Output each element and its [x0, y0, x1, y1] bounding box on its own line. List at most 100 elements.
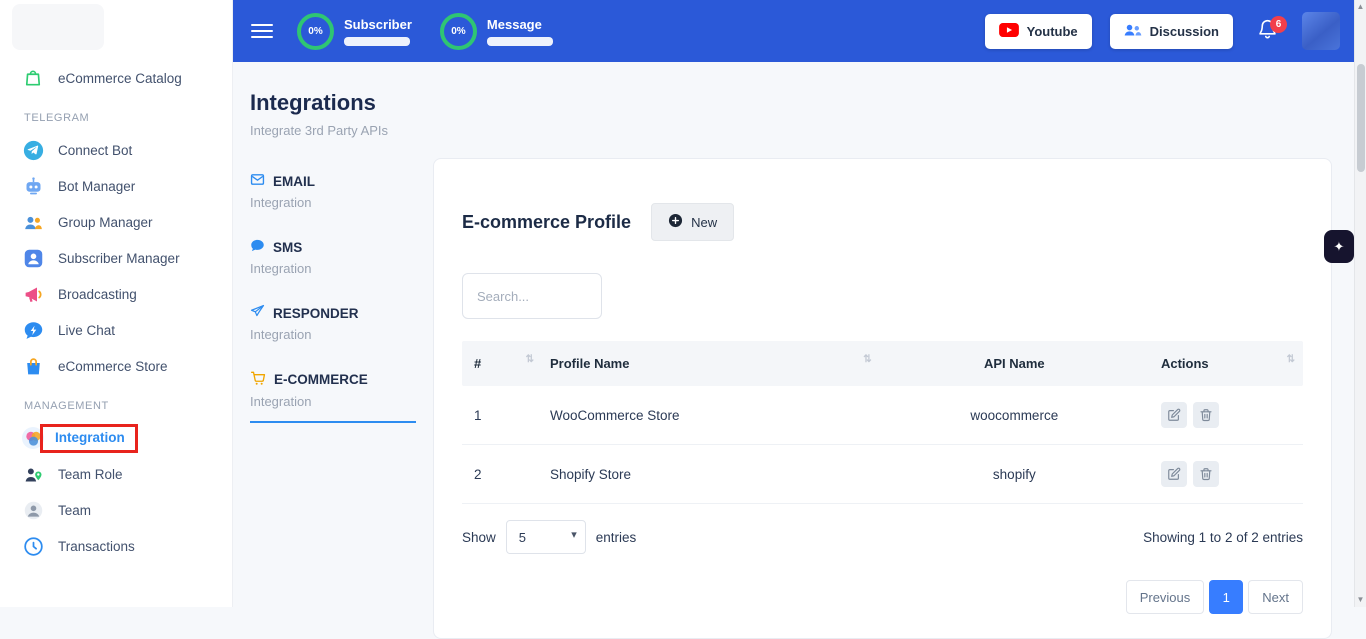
discussion-icon: [1124, 23, 1142, 40]
message-stat-value-redacted: [487, 37, 553, 46]
edit-button[interactable]: [1161, 402, 1187, 428]
subscriber-stat-label: Subscriber: [344, 17, 412, 32]
transactions-icon: [22, 535, 44, 557]
page-scrollbar[interactable]: ▲ ▼: [1354, 0, 1366, 607]
sparkle-icon: ✦: [1334, 239, 1345, 255]
row-number: 2: [464, 451, 540, 498]
actions-cell: [1151, 386, 1301, 444]
robot-icon: [22, 175, 44, 197]
tab-title: E-COMMERCE: [274, 372, 368, 387]
sidebar-item-label: Broadcasting: [58, 287, 137, 302]
search-input[interactable]: [462, 273, 602, 319]
store-bag-icon: [22, 355, 44, 377]
new-button-label: New: [691, 215, 717, 230]
tab-ecommerce-integration[interactable]: E-COMMERCE Integration: [250, 370, 416, 423]
sidebar: eCommerce Catalog TELEGRAM Connect Bot B…: [0, 0, 233, 607]
sidebar-item-broadcasting[interactable]: Broadcasting: [0, 276, 232, 312]
tab-subtitle: Integration: [250, 394, 416, 409]
ecommerce-profile-card: E-commerce Profile New #⇅ Profile Name⇅ …: [433, 158, 1332, 639]
group-icon: [22, 211, 44, 233]
sidebar-item-integration[interactable]: Integration: [0, 420, 232, 456]
sidebar-item-label: Live Chat: [58, 323, 115, 338]
row-number: 1: [464, 392, 540, 439]
delete-button[interactable]: [1193, 402, 1219, 428]
sidebar-item-label: eCommerce Catalog: [58, 71, 182, 86]
tab-title: RESPONDER: [273, 306, 359, 321]
sidebar-item-label: Connect Bot: [58, 143, 132, 158]
pagination: Previous 1 Next: [462, 580, 1303, 614]
page-1-button[interactable]: 1: [1209, 580, 1243, 614]
notifications-button[interactable]: 6: [1257, 18, 1278, 45]
app-logo: [12, 4, 104, 50]
show-label: Show: [462, 530, 496, 545]
sidebar-item-live-chat[interactable]: Live Chat: [0, 312, 232, 348]
entries-select-wrap: 5: [506, 520, 586, 554]
sidebar-item-team[interactable]: Team: [0, 492, 232, 528]
sort-icon[interactable]: ⇅: [863, 354, 871, 365]
avatar[interactable]: [1302, 12, 1340, 50]
shopping-bag-icon: [22, 67, 44, 89]
menu-icon[interactable]: [251, 20, 273, 42]
subscriber-stat-value-redacted: [344, 37, 410, 46]
sidebar-item-team-role[interactable]: Team Role: [0, 456, 232, 492]
edit-button[interactable]: [1161, 461, 1187, 487]
tab-subtitle: Integration: [250, 327, 416, 342]
profiles-table: #⇅ Profile Name⇅ API Name Actions⇅ 1 Woo…: [462, 341, 1303, 504]
previous-page-button[interactable]: Previous: [1126, 580, 1205, 614]
sidebar-item-label: Team: [58, 503, 91, 518]
megaphone-icon: [22, 283, 44, 305]
sidebar-item-connect-bot[interactable]: Connect Bot: [0, 132, 232, 168]
tab-subtitle: Integration: [250, 195, 416, 210]
column-header-actions: Actions⇅: [1151, 341, 1301, 386]
tab-email-integration[interactable]: EMAIL Integration: [250, 172, 416, 222]
subscriber-percent: 0%: [308, 26, 322, 37]
tab-title: EMAIL: [273, 174, 315, 189]
profile-name-cell: WooCommerce Store: [540, 392, 878, 439]
delete-button[interactable]: [1193, 461, 1219, 487]
entries-select[interactable]: 5: [506, 520, 586, 554]
tab-sms-integration[interactable]: SMS Integration: [250, 238, 416, 288]
subscriber-progress-ring: 0%: [297, 13, 334, 50]
scrollbar-thumb[interactable]: [1357, 64, 1365, 172]
page-title: Integrations: [250, 90, 1332, 116]
scroll-up-arrow[interactable]: ▲: [1355, 0, 1366, 14]
subscriber-icon: [22, 247, 44, 269]
sidebar-item-bot-manager[interactable]: Bot Manager: [0, 168, 232, 204]
sidebar-item-label: eCommerce Store: [58, 359, 168, 374]
tab-responder-integration[interactable]: RESPONDER Integration: [250, 304, 416, 354]
table-header-row: #⇅ Profile Name⇅ API Name Actions⇅: [462, 341, 1303, 386]
sort-icon[interactable]: ⇅: [526, 354, 534, 365]
tab-title: SMS: [273, 240, 302, 255]
message-progress-ring: 0%: [440, 13, 477, 50]
sidebar-item-subscriber-manager[interactable]: Subscriber Manager: [0, 240, 232, 276]
new-button[interactable]: New: [651, 203, 734, 241]
message-stat-label: Message: [487, 17, 553, 32]
team-icon: [22, 499, 44, 521]
column-header-number: #⇅: [464, 341, 540, 386]
sidebar-item-transactions[interactable]: Transactions: [0, 528, 232, 564]
assistant-fab[interactable]: ✦: [1324, 230, 1354, 263]
scroll-down-arrow[interactable]: ▼: [1355, 593, 1366, 607]
sidebar-section-telegram: TELEGRAM: [0, 96, 232, 132]
integration-subnav: EMAIL Integration SMS Integration RESPON…: [250, 158, 416, 439]
column-header-profile-name: Profile Name⇅: [540, 341, 878, 386]
sms-icon: [250, 238, 265, 256]
sidebar-item-label: Subscriber Manager: [58, 251, 180, 266]
sidebar-item-ecommerce-catalog[interactable]: eCommerce Catalog: [0, 60, 232, 96]
sidebar-item-group-manager[interactable]: Group Manager: [0, 204, 232, 240]
next-page-button[interactable]: Next: [1248, 580, 1303, 614]
sidebar-item-label: Integration: [55, 430, 125, 445]
tab-subtitle: Integration: [250, 261, 416, 276]
page-subtitle: Integrate 3rd Party APIs: [250, 123, 1332, 138]
api-name-cell: shopify: [878, 451, 1151, 498]
sort-icon[interactable]: ⇅: [1287, 354, 1295, 365]
subscriber-stat: 0% Subscriber: [297, 13, 412, 50]
sidebar-item-ecommerce-store[interactable]: eCommerce Store: [0, 348, 232, 384]
showing-text: Showing 1 to 2 of 2 entries: [1143, 530, 1303, 545]
notification-badge: 6: [1270, 16, 1287, 33]
discussion-button[interactable]: Discussion: [1110, 14, 1233, 49]
cart-icon: [250, 370, 266, 389]
telegram-icon: [22, 139, 44, 161]
responder-icon: [250, 304, 265, 322]
youtube-button[interactable]: Youtube: [985, 14, 1092, 49]
